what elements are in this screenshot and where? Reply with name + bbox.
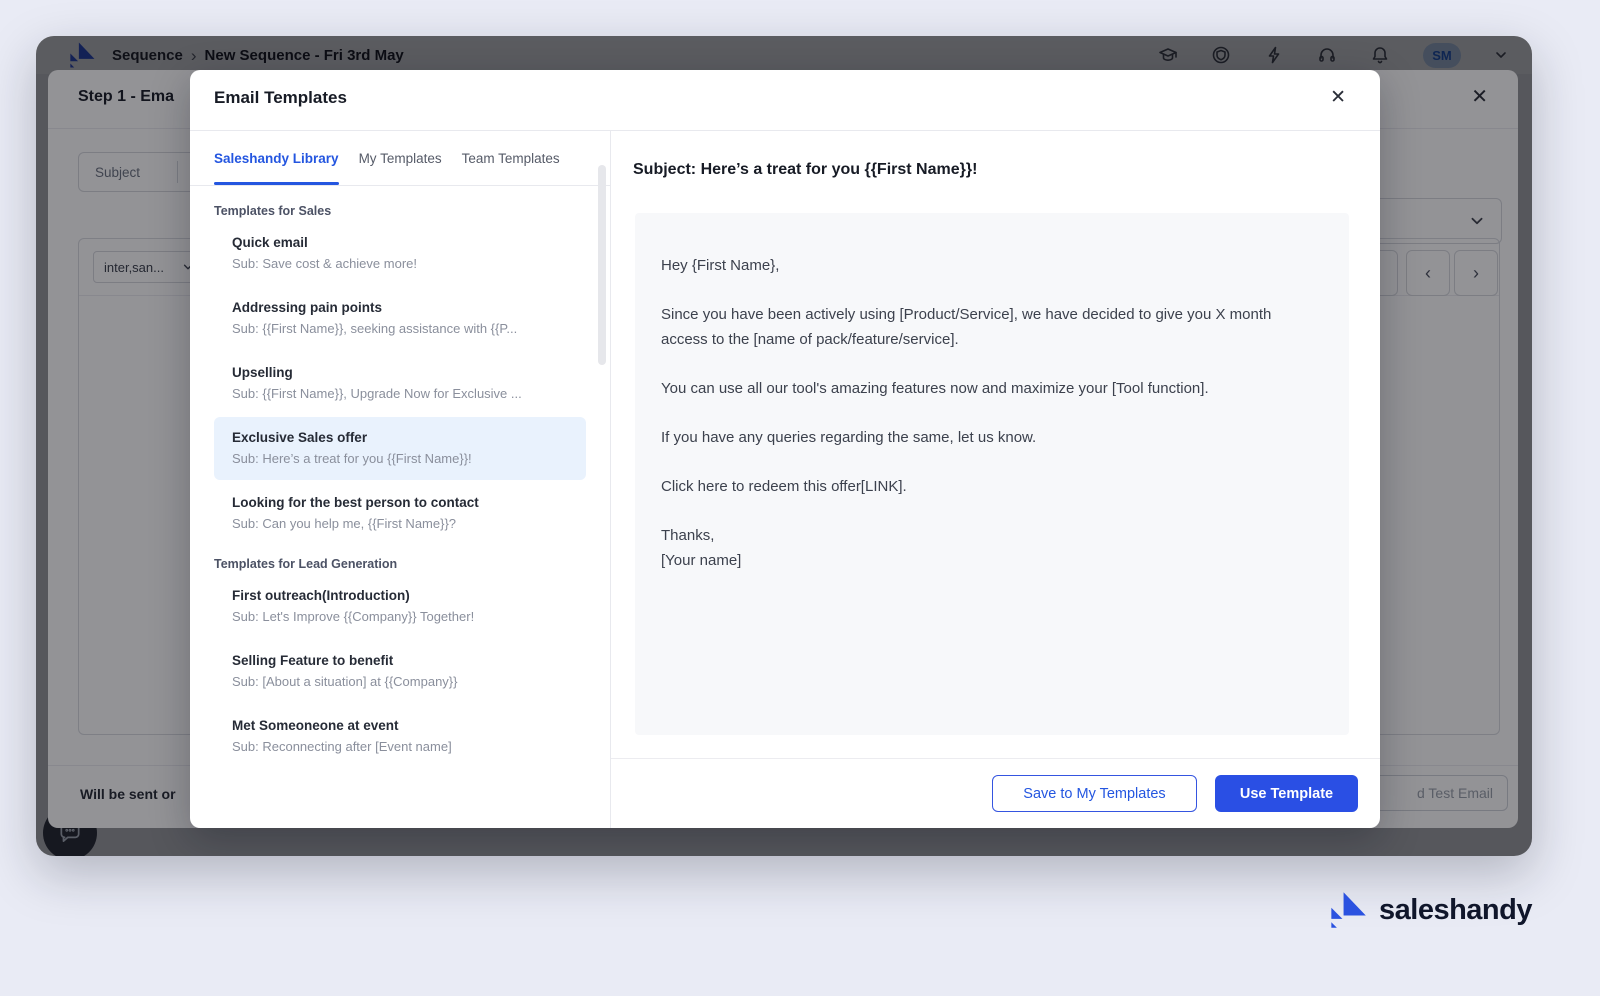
template-item-quick-email[interactable]: Quick emailSub: Save cost & achieve more… (214, 222, 586, 285)
template-item-selling-feature-to-benefit[interactable]: Selling Feature to benefitSub: [About a … (214, 640, 586, 703)
preview-subject: Subject: Here’s a treat for you {{First … (633, 161, 977, 179)
template-section-header: Templates for Sales (214, 204, 586, 218)
modal-close-icon[interactable]: ✕ (1330, 86, 1346, 109)
template-list: Templates for Sales Quick emailSub: Save … (190, 186, 610, 768)
template-item-subject: Sub: {{First Name}}, seeking assistance … (232, 318, 568, 340)
template-item-subject: Sub: Save cost & achieve more! (232, 253, 568, 275)
template-item-title: Looking for the best person to contact (232, 492, 568, 513)
template-item-title: Exclusive Sales offer (232, 427, 568, 448)
email-body-paragraph: Click here to redeem this offer[LINK]. (661, 474, 1306, 499)
template-item-subject: Sub: Reconnecting after [Event name] (232, 736, 568, 758)
template-item-addressing-pain-points[interactable]: Addressing pain pointsSub: {{First Name}… (214, 287, 586, 350)
template-tabs: Saleshandy Library My Templates Team Templ… (190, 131, 610, 186)
list-scrollbar[interactable] (598, 165, 606, 365)
tab-my-templates[interactable]: My Templates (359, 131, 442, 185)
template-item-title: Quick email (232, 232, 568, 253)
template-item-title: Met Someoneone at event (232, 715, 568, 736)
template-preview-pane: Subject: Here’s a treat for you {{First … (610, 131, 1380, 828)
template-item-subject: Sub: Here’s a treat for you {{First Name… (232, 448, 568, 470)
template-item-title: First outreach(Introduction) (232, 585, 568, 606)
template-item-subject: Sub: [About a situation] at {{Company}} (232, 671, 568, 693)
email-templates-modal: Email Templates ✕ Saleshandy Library My T… (190, 70, 1380, 828)
template-library-pane: Saleshandy Library My Templates Team Templ… (190, 131, 610, 828)
email-body-paragraph: If you have any queries regarding the sa… (661, 425, 1306, 450)
template-item-met-someoneone-at-event[interactable]: Met Someoneone at eventSub: Reconnecting… (214, 705, 586, 768)
template-item-title: Selling Feature to benefit (232, 650, 568, 671)
tab-saleshandy-library[interactable]: Saleshandy Library (214, 131, 339, 185)
template-item-looking-for-the-best-person-to-contact[interactable]: Looking for the best person to contactSu… (214, 482, 586, 545)
use-template-button[interactable]: Use Template (1215, 775, 1358, 812)
saleshandy-logo-icon (1328, 890, 1368, 930)
modal-title: Email Templates (214, 88, 347, 108)
email-body-paragraph: Hey {First Name}, (661, 253, 1306, 278)
tab-team-templates[interactable]: Team Templates (462, 131, 560, 185)
email-body: Hey {First Name}, Since you have been act… (635, 213, 1349, 735)
template-item-title: Upselling (232, 362, 568, 383)
saleshandy-brand: saleshandy (1328, 890, 1532, 930)
divider (611, 758, 1380, 759)
template-item-upselling[interactable]: UpsellingSub: {{First Name}}, Upgrade No… (214, 352, 586, 415)
email-body-paragraph: Thanks, [Your name] (661, 523, 1306, 573)
template-item-subject: Sub: Can you help me, {{First Name}}? (232, 513, 568, 535)
save-to-my-templates-button[interactable]: Save to My Templates (992, 775, 1197, 812)
email-body-paragraph: Since you have been actively using [Prod… (661, 302, 1306, 352)
brand-wordmark: saleshandy (1379, 894, 1532, 927)
template-item-title: Addressing pain points (232, 297, 568, 318)
template-section-header: Templates for Lead Generation (214, 557, 586, 571)
app-window: Sequence › New Sequence - Fri 3rd May SM (36, 36, 1532, 856)
template-item-first-outreach-introduction[interactable]: First outreach(Introduction)Sub: Let's I… (214, 575, 586, 638)
template-item-subject: Sub: {{First Name}}, Upgrade Now for Exc… (232, 383, 568, 405)
template-item-subject: Sub: Let's Improve {{Company}} Together! (232, 606, 568, 628)
template-item-exclusive-sales-offer[interactable]: Exclusive Sales offerSub: Here’s a treat… (214, 417, 586, 480)
email-body-paragraph: You can use all our tool's amazing featu… (661, 376, 1306, 401)
